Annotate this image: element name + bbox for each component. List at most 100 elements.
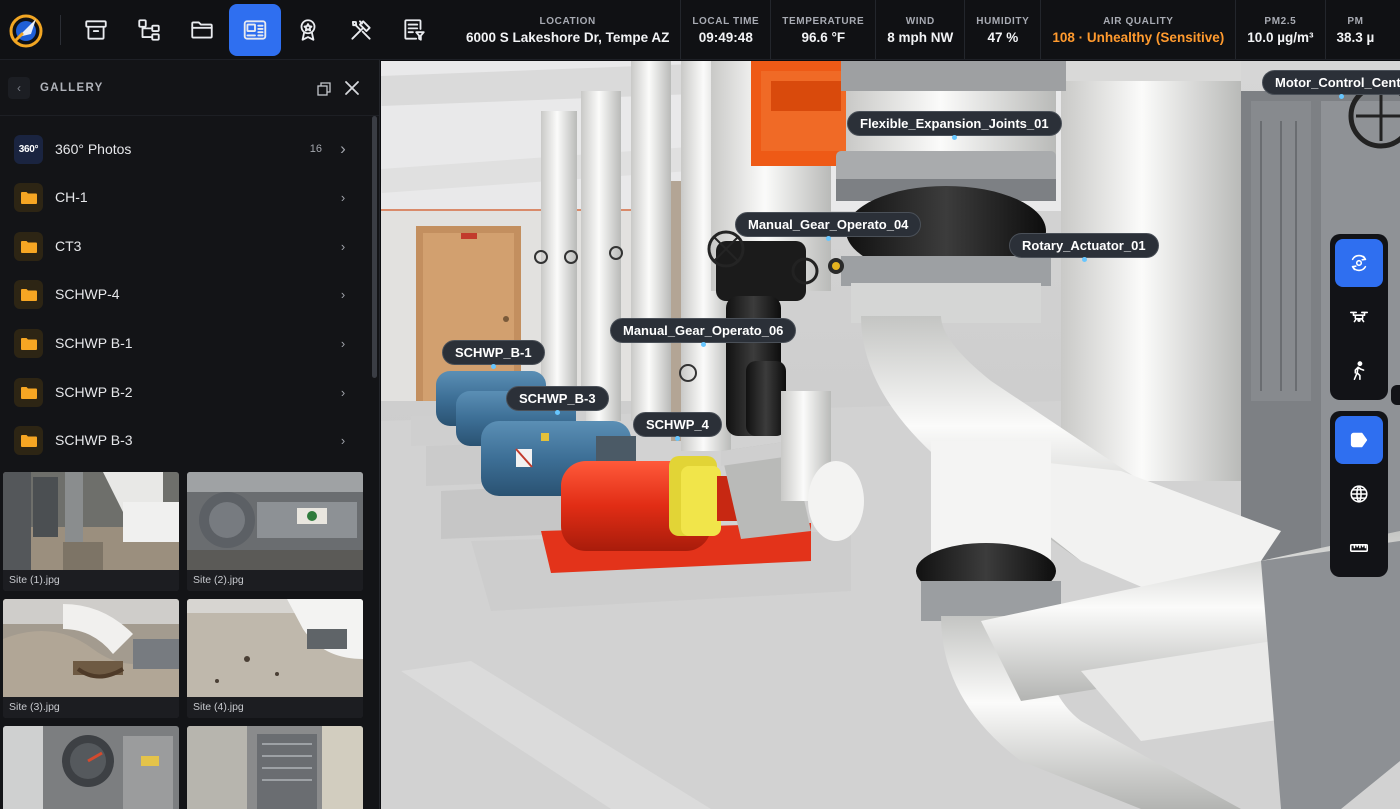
stat-label: PM (1347, 15, 1364, 27)
walk-view-button[interactable] (1335, 347, 1383, 395)
report-tool-button[interactable] (388, 4, 440, 56)
stat-value: 8 mph NW (887, 29, 954, 45)
asset-tag-manual-gear-operator-04[interactable]: Manual_Gear_Operato_04 (735, 212, 922, 241)
award-icon (300, 18, 316, 41)
folder-name: CT3 (55, 238, 82, 254)
3d-viewport[interactable]: Motor_Control_Cente Flexible_Expansion_J… (381, 61, 1400, 809)
tags-button[interactable] (1335, 416, 1383, 464)
folder-name: CH-1 (55, 189, 88, 205)
folder-tool-button[interactable] (176, 4, 228, 56)
hierarchy-tool-button[interactable] (123, 4, 175, 56)
folder-icon (14, 328, 43, 358)
asset-tag-label: Rotary_Actuator_01 (1022, 238, 1146, 253)
stat-value: 47 % (987, 29, 1019, 45)
view-mode-toolbar (1330, 234, 1388, 400)
360-icon: 360° (14, 134, 43, 164)
gallery-folder-schwp-b-1[interactable]: SCHWP B-1 › (0, 320, 368, 366)
environment-stats: LOCATION 6000 S Lakeshore Dr, Tempe AZ LO… (455, 0, 1385, 59)
asset-tag-rotary-actuator[interactable]: Rotary_Actuator_01 (1009, 233, 1159, 262)
stat-value: 108 · Unhealthy (Sensitive) (1052, 29, 1225, 45)
photo-caption: Site (1).jpg (3, 570, 179, 591)
asset-tag-label: Manual_Gear_Operato_04 (748, 217, 909, 232)
asset-tag-label: SCHWP_B-1 (455, 345, 532, 360)
asset-tag-schwp-b-1[interactable]: SCHWP_B-1 (442, 340, 545, 369)
stat-air-quality: AIR QUALITY 108 · Unhealthy (Sensitive) (1041, 0, 1237, 59)
gallery-folder-ch-1[interactable]: CH-1 › (0, 174, 368, 220)
collapsed-panel-handle[interactable] (1391, 385, 1400, 405)
globe-button[interactable] (1335, 470, 1383, 518)
stat-location: LOCATION 6000 S Lakeshore Dr, Tempe AZ (455, 0, 682, 59)
walking-person-icon (1353, 361, 1365, 381)
app-logo[interactable] (0, 0, 52, 59)
stat-label: WIND (905, 15, 935, 27)
site-photo (3, 599, 179, 697)
hammer-wrench-icon (351, 19, 371, 40)
folder-icon (14, 279, 43, 309)
photo-thumbnail[interactable]: Site (1).jpg (3, 472, 179, 591)
gallery-folder-ct3[interactable]: CT3 › (0, 223, 368, 269)
photo-caption: Site (2).jpg (187, 570, 363, 591)
photo-thumbnail[interactable]: Site (3).jpg (3, 599, 179, 718)
photo-thumbnail[interactable]: Site (2).jpg (187, 472, 363, 591)
chevron-right-icon: › (340, 189, 346, 205)
asset-tag-label: SCHWP_4 (646, 417, 709, 432)
folder-icon (14, 377, 43, 407)
asset-anchor-dot (1081, 257, 1087, 262)
orbit-view-button[interactable] (1335, 239, 1383, 287)
asset-tag-label: Manual_Gear_Operato_06 (623, 323, 784, 338)
stat-label: LOCAL TIME (692, 15, 760, 27)
badge-tool-button[interactable] (282, 4, 334, 56)
folder-name: SCHWP B-3 (55, 432, 133, 448)
asset-tag-flexible-expansion-joints[interactable]: Flexible_Expansion_Joints_01 (847, 111, 1062, 140)
archive-tool-button[interactable] (70, 4, 122, 56)
asset-tag-schwp-b-3[interactable]: SCHWP_B-3 (506, 386, 609, 415)
archive-icon (85, 19, 107, 40)
chevron-right-icon: › (340, 238, 346, 254)
folder-name: 360° Photos (55, 141, 132, 157)
gallery-icon (243, 19, 267, 40)
gallery-title: GALLERY (40, 81, 104, 94)
stat-label: HUMIDITY (976, 15, 1030, 27)
photo-caption: Site (4).jpg (187, 697, 363, 718)
photo-thumbnail[interactable] (3, 726, 179, 809)
measure-button[interactable] (1335, 524, 1383, 572)
stat-value: 96.6 °F (801, 29, 846, 45)
site-photo (187, 726, 363, 809)
site-photo (3, 472, 179, 570)
hierarchy-icon (138, 18, 160, 41)
asset-tag-motor-control-center[interactable]: Motor_Control_Cente (1262, 70, 1400, 99)
globe-icon (1350, 485, 1368, 503)
tools-tool-button[interactable] (335, 4, 387, 56)
gallery-folder-schwp-b-3[interactable]: SCHWP B-3 › (0, 417, 368, 463)
photo-thumbnail[interactable] (187, 726, 363, 809)
stat-wind: WIND 8 mph NW (876, 0, 966, 59)
photo-thumbnail[interactable]: Site (4).jpg (187, 599, 363, 718)
report-filter-icon (404, 18, 425, 41)
app-window: LOCATION 6000 S Lakeshore Dr, Tempe AZ LO… (0, 0, 1400, 809)
chevron-left-icon[interactable]: ‹ (8, 76, 30, 99)
asset-tag-label: SCHWP_B-3 (519, 391, 596, 406)
stat-label: LOCATION (539, 15, 596, 27)
stat-value: 38.3 µ (1336, 29, 1375, 45)
gallery-folder-360-photos[interactable]: 360° 360° Photos 16 › (0, 126, 368, 172)
stat-value: 6000 S Lakeshore Dr, Tempe AZ (466, 29, 670, 45)
close-icon[interactable] (344, 80, 360, 96)
gallery-tool-button[interactable] (229, 3, 281, 56)
restore-window-icon[interactable] (317, 82, 331, 96)
folder-name: SCHWP-4 (55, 286, 120, 302)
stat-label: AIR QUALITY (1103, 15, 1174, 27)
gallery-scrollbar[interactable] (372, 116, 377, 378)
top-bar: LOCATION 6000 S Lakeshore Dr, Tempe AZ LO… (0, 0, 1400, 60)
gallery-folder-schwp-b-2[interactable]: SCHWP B-2 › (0, 369, 368, 415)
drone-view-button[interactable] (1335, 293, 1383, 341)
folder-name: SCHWP B-1 (55, 335, 133, 351)
site-photo (187, 599, 363, 697)
asset-tag-schwp-4[interactable]: SCHWP_4 (633, 412, 722, 441)
folder-count: 16 (309, 143, 322, 155)
mechanical-room-scene (381, 61, 1400, 809)
chevron-right-icon: › (340, 139, 346, 158)
asset-tag-manual-gear-operator-06[interactable]: Manual_Gear_Operato_06 (610, 318, 797, 347)
asset-tag-label: Flexible_Expansion_Joints_01 (860, 116, 1049, 131)
gallery-folder-schwp-4[interactable]: SCHWP-4 › (0, 271, 368, 317)
stat-local-time: LOCAL TIME 09:49:48 (681, 0, 772, 59)
